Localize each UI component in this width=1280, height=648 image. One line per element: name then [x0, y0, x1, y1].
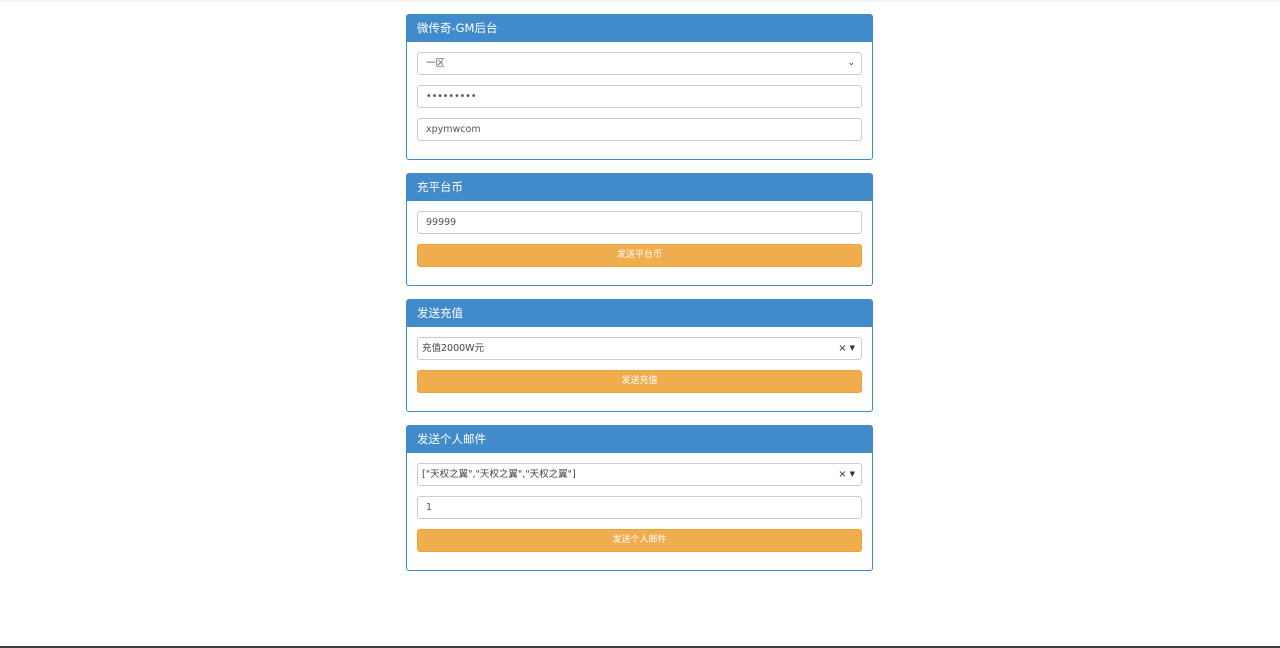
close-icon[interactable]: × [838, 469, 846, 480]
password-field-value: ••••••••• [426, 91, 477, 102]
password-field[interactable]: ••••••••• [417, 85, 862, 108]
close-icon[interactable]: × [838, 343, 846, 354]
currency-amount-field[interactable]: 99999 [417, 211, 862, 234]
server-select[interactable]: 一区 ⌄ [417, 52, 862, 75]
top-border [0, 0, 1280, 2]
mail-panel-body: ["天权之翼","天权之翼","天权之翼"] × ▼ 1 发送个人邮件 [407, 453, 872, 570]
account-field-value: xpymwcom [426, 124, 481, 135]
currency-amount-value: 99999 [426, 217, 457, 228]
recharge-select-value: 充值2000W元 [422, 343, 485, 354]
send-platform-currency-button[interactable]: 发送平台币 [417, 244, 862, 267]
recharge-select[interactable]: 充值2000W元 × ▼ [417, 337, 862, 360]
gm-admin-container: 微传奇-GM后台 一区 ⌄ ••••••••• xpymwcom 充平台币 99… [406, 14, 873, 584]
send-recharge-button[interactable]: 发送充值 [417, 370, 862, 393]
login-panel-body: 一区 ⌄ ••••••••• xpymwcom [407, 42, 872, 159]
mail-panel: 发送个人邮件 ["天权之翼","天权之翼","天权之翼"] × ▼ 1 发送个人邮… [406, 425, 873, 571]
send-personal-mail-button[interactable]: 发送个人邮件 [417, 529, 862, 552]
mail-item-select[interactable]: ["天权之翼","天权之翼","天权之翼"] × ▼ [417, 463, 862, 486]
platform-currency-panel-title: 充平台币 [407, 174, 872, 201]
mail-quantity-field[interactable]: 1 [417, 496, 862, 519]
recharge-panel-title: 发送充值 [407, 300, 872, 327]
mail-item-select-value: ["天权之翼","天权之翼","天权之翼"] [422, 469, 576, 480]
recharge-select-controls: × ▼ [838, 338, 855, 359]
login-panel: 微传奇-GM后台 一区 ⌄ ••••••••• xpymwcom [406, 14, 873, 160]
caret-down-icon[interactable]: ▼ [850, 344, 855, 352]
login-panel-title: 微传奇-GM后台 [407, 15, 872, 42]
chevron-down-icon: ⌄ [847, 58, 855, 68]
recharge-panel-body: 充值2000W元 × ▼ 发送充值 [407, 327, 872, 411]
server-select-value: 一区 [426, 58, 446, 69]
account-field[interactable]: xpymwcom [417, 118, 862, 141]
platform-currency-panel: 充平台币 99999 发送平台币 [406, 173, 873, 286]
mail-panel-title: 发送个人邮件 [407, 426, 872, 453]
mail-item-select-controls: × ▼ [838, 464, 855, 485]
platform-currency-panel-body: 99999 发送平台币 [407, 201, 872, 285]
caret-down-icon[interactable]: ▼ [850, 470, 855, 478]
mail-quantity-value: 1 [426, 502, 433, 513]
recharge-panel: 发送充值 充值2000W元 × ▼ 发送充值 [406, 299, 873, 412]
